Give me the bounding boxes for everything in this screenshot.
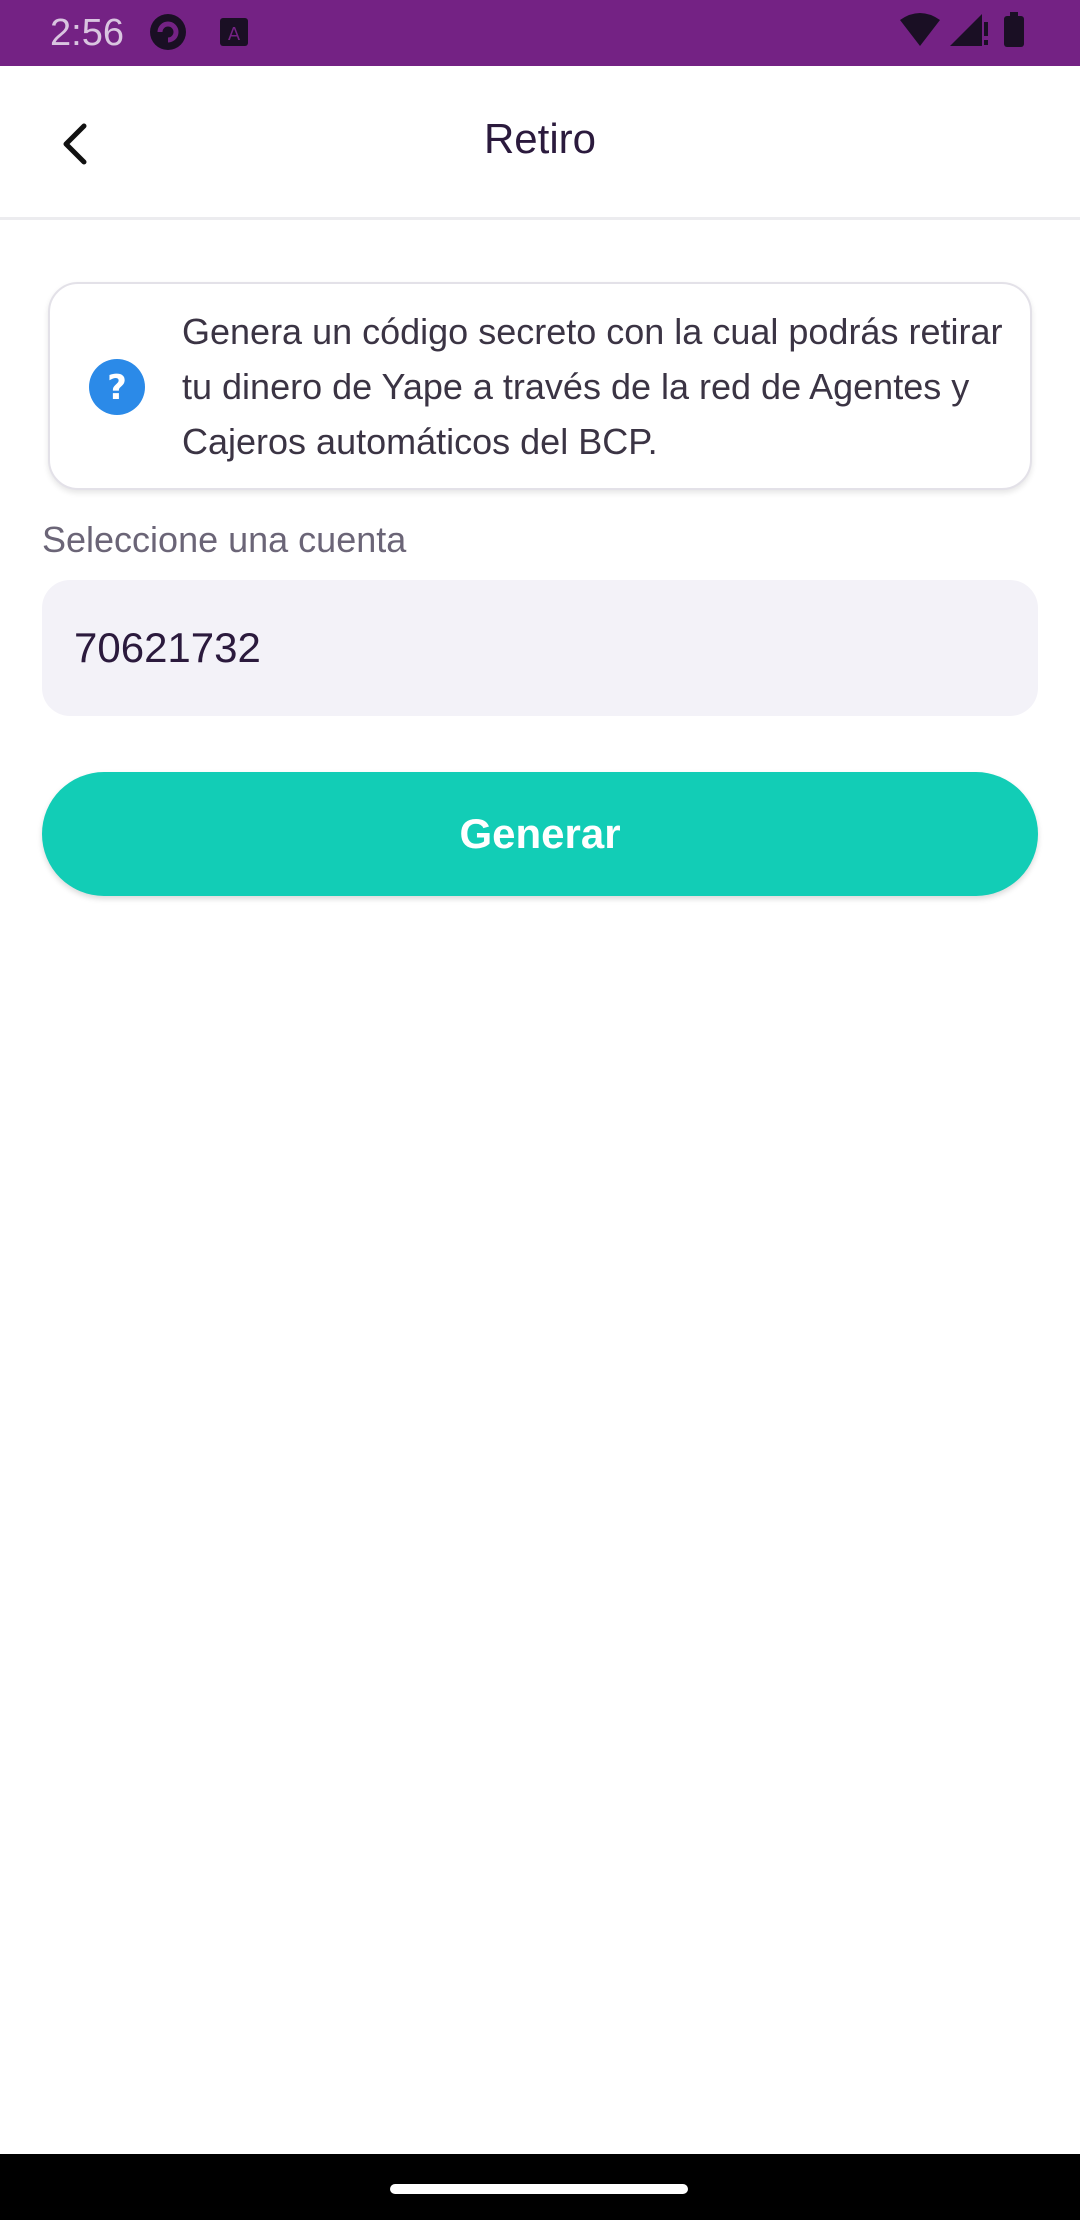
app-notification-icon bbox=[150, 14, 186, 50]
help-circle-icon: ? bbox=[89, 359, 145, 415]
page-title: Retiro bbox=[483, 115, 597, 162]
account-select-label: Seleccione una cuenta bbox=[42, 519, 407, 560]
info-card: ? Genera un código secreto con la cual p… bbox=[48, 282, 1032, 490]
account-select[interactable]: 70621732 bbox=[42, 580, 1038, 716]
status-icons bbox=[900, 12, 1024, 47]
info-text: Genera un código secreto con la cual pod… bbox=[182, 311, 1003, 462]
status-time: 2:56 bbox=[50, 12, 124, 54]
wifi-icon bbox=[900, 13, 940, 46]
status-bar: 2:56 A bbox=[0, 0, 1080, 66]
svg-text:A: A bbox=[228, 24, 241, 45]
text-notification-icon: A bbox=[220, 18, 248, 46]
navigation-bar bbox=[0, 2154, 1080, 2220]
top-app-bar: Retiro bbox=[0, 66, 1080, 220]
signal-icon bbox=[950, 14, 988, 46]
svg-text:?: ? bbox=[107, 368, 127, 408]
battery-icon bbox=[1004, 12, 1024, 47]
generate-button[interactable]: Generar bbox=[42, 772, 1038, 896]
home-indicator[interactable] bbox=[390, 2184, 688, 2194]
account-select-value: 70621732 bbox=[74, 624, 261, 671]
